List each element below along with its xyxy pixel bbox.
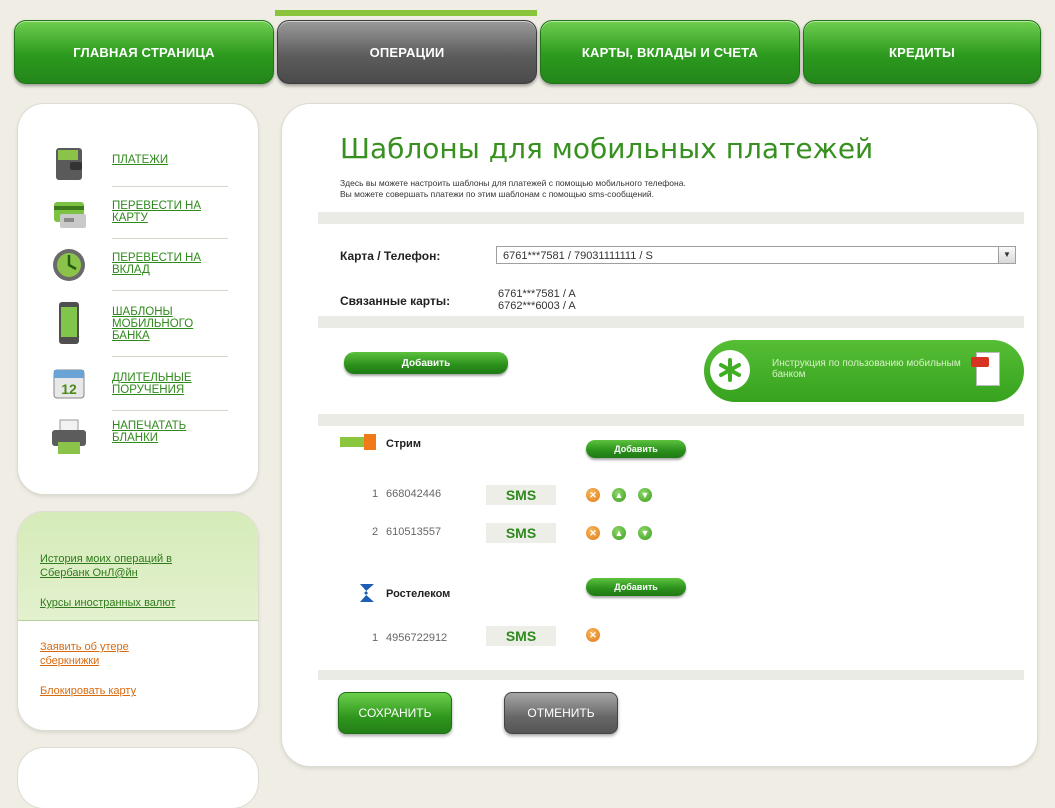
sidebar-item-print-forms[interactable]: НАПЕЧАТАТЬ БЛАНКИ bbox=[18, 416, 258, 470]
tab-cards-deposits-accounts[interactable]: КАРТЫ, ВКЛАДЫ И СЧЕТА bbox=[540, 20, 800, 84]
page-title: Шаблоны для мобильных платежей bbox=[340, 132, 874, 165]
stream-logo-icon bbox=[340, 434, 376, 450]
divider bbox=[112, 238, 228, 239]
sidebar-item-label[interactable]: ДЛИТЕЛЬНЫЕ ПОРУЧЕНИЯ bbox=[112, 372, 232, 396]
report-lost-passbook-link[interactable]: Заявить об утере сберкнижки bbox=[40, 640, 190, 668]
arrow-up-icon[interactable]: ▲ bbox=[612, 488, 626, 502]
description-line: Здесь вы можете настроить шаблоны для пл… bbox=[340, 178, 686, 188]
sidebar-item-label[interactable]: НАПЕЧАТАТЬ БЛАНКИ bbox=[112, 420, 232, 444]
tab-operations[interactable]: ОПЕРАЦИИ bbox=[277, 20, 537, 84]
history-link[interactable]: История моих операций в Сбербанк ОнЛ@йн bbox=[40, 552, 220, 580]
linked-cards-label: Связанные карты: bbox=[340, 294, 451, 308]
delete-icon[interactable]: ✕ bbox=[586, 628, 600, 642]
sms-badge: SMS bbox=[486, 626, 556, 646]
add-template-button[interactable]: Добавить bbox=[586, 440, 686, 458]
arrow-up-icon[interactable]: ▲ bbox=[612, 526, 626, 540]
linked-cards-list: 6761***7581 / A 6762***6003 / A bbox=[498, 288, 576, 312]
sidebar-item-label[interactable]: ШАБЛОНЫ МОБИЛЬНОГО БАНКА bbox=[112, 306, 232, 342]
asterisk-icon bbox=[710, 350, 750, 390]
sidebar-item-mobile-templates[interactable]: ШАБЛОНЫ МОБИЛЬНОГО БАНКА bbox=[18, 296, 258, 354]
sidebar-menu: ПЛАТЕЖИ ПЕРЕВЕСТИ НА КАРТУ ПЕРЕВЕСТИ НА … bbox=[18, 104, 258, 494]
separator-band bbox=[318, 316, 1024, 328]
arrow-down-icon[interactable]: ▼ bbox=[638, 526, 652, 540]
linked-card: 6762***6003 / A bbox=[498, 300, 576, 312]
tab-credits[interactable]: КРЕДИТЫ bbox=[803, 20, 1041, 84]
chevron-down-icon[interactable]: ▼ bbox=[998, 247, 1015, 263]
operator-name: Ростелеком bbox=[386, 588, 451, 600]
sidebar-item-label[interactable]: ПЕРЕВЕСТИ НА КАРТУ bbox=[112, 200, 232, 224]
svg-text:12: 12 bbox=[61, 381, 77, 397]
divider bbox=[112, 290, 228, 291]
calendar-icon: 12 bbox=[53, 369, 85, 399]
active-tab-indicator bbox=[275, 10, 537, 16]
cancel-button[interactable]: ОТМЕНИТЬ bbox=[504, 692, 618, 734]
add-template-button[interactable]: Добавить bbox=[586, 578, 686, 596]
phone-number: 4956722912 bbox=[386, 632, 448, 644]
tab-home[interactable]: ГЛАВНАЯ СТРАНИЦА bbox=[14, 20, 274, 84]
clock-deposit-icon bbox=[53, 249, 85, 281]
sidebar-item-standing-orders[interactable]: 12 ДЛИТЕЛЬНЫЕ ПОРУЧЕНИЯ bbox=[18, 362, 258, 416]
sidebar-bottom-panel bbox=[18, 748, 258, 808]
instruction-banner[interactable]: Инструкция по пользованию мобильным банк… bbox=[704, 340, 1024, 402]
sidebar-links-panel: История моих операций в Сбербанк ОнЛ@йн … bbox=[18, 512, 258, 730]
rostelecom-logo-icon bbox=[360, 584, 374, 602]
divider bbox=[112, 410, 228, 411]
phone-number: 668042446 bbox=[386, 488, 442, 500]
save-button[interactable]: СОХРАНИТЬ bbox=[338, 692, 452, 734]
operator-name: Стрим bbox=[386, 438, 421, 450]
page-description: Здесь вы можете настроить шаблоны для пл… bbox=[340, 178, 900, 200]
row-index: 1 bbox=[372, 488, 379, 500]
wallet-icon bbox=[56, 148, 82, 180]
pdf-icon[interactable] bbox=[971, 352, 1000, 386]
divider bbox=[18, 620, 258, 621]
card-phone-select[interactable]: 6761***7581 / 79031111111 / S ▼ bbox=[496, 246, 1016, 264]
block-card-link[interactable]: Блокировать карту bbox=[40, 684, 136, 698]
currency-rates-link[interactable]: Курсы иностранных валют bbox=[40, 596, 175, 610]
arrow-down-icon[interactable]: ▼ bbox=[638, 488, 652, 502]
sidebar-item-payments[interactable]: ПЛАТЕЖИ bbox=[18, 142, 258, 196]
sms-badge: SMS bbox=[486, 523, 556, 543]
sms-badge: SMS bbox=[486, 485, 556, 505]
instruction-link[interactable]: Инструкция по пользованию мобильным банк… bbox=[772, 358, 962, 380]
card-phone-label: Карта / Телефон: bbox=[340, 249, 441, 263]
description-line: Вы можете совершать платежи по этим шабл… bbox=[340, 189, 655, 199]
delete-icon[interactable]: ✕ bbox=[586, 526, 600, 540]
phone-number: 610513557 bbox=[386, 526, 442, 538]
divider bbox=[112, 356, 228, 357]
top-navigation: ГЛАВНАЯ СТРАНИЦА ОПЕРАЦИИ КАРТЫ, ВКЛАДЫ … bbox=[0, 0, 1055, 100]
linked-card: 6761***7581 / A bbox=[498, 288, 576, 300]
separator-band bbox=[318, 670, 1024, 680]
card-phone-selected-value: 6761***7581 / 79031111111 / S bbox=[503, 250, 653, 262]
separator-band bbox=[318, 212, 1024, 224]
row-index: 2 bbox=[372, 526, 379, 538]
mobile-phone-icon bbox=[59, 302, 79, 344]
printer-icon bbox=[52, 419, 86, 454]
card-transfer-icon bbox=[54, 202, 86, 228]
sidebar-item-label[interactable]: ПЛАТЕЖИ bbox=[112, 154, 232, 166]
sidebar-item-label[interactable]: ПЕРЕВЕСТИ НА ВКЛАД bbox=[112, 252, 232, 276]
row-index: 1 bbox=[372, 632, 379, 644]
add-button[interactable]: Добавить bbox=[344, 352, 508, 374]
separator-band bbox=[318, 414, 1024, 426]
main-panel: Шаблоны для мобильных платежей Здесь вы … bbox=[282, 104, 1037, 766]
delete-icon[interactable]: ✕ bbox=[586, 488, 600, 502]
divider bbox=[112, 186, 228, 187]
